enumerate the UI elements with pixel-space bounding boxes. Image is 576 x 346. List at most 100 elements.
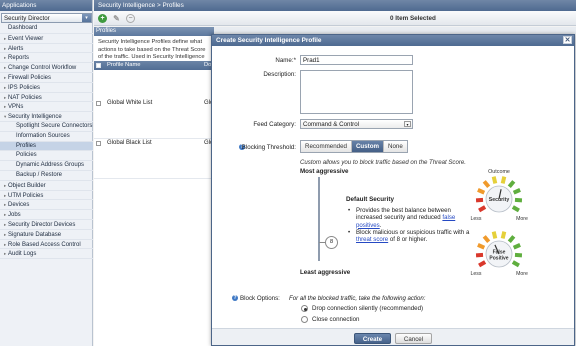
sidebar-item[interactable]: ▸ IPS Policies [0,83,93,93]
block-options-note: For all the blocked traffic, take the fo… [289,295,426,302]
dialog-title-text: Create Security Intelligence Profile [216,37,322,44]
description-field[interactable] [300,70,413,114]
edit-icon[interactable]: ✎ [112,14,121,23]
sidebar-item-label: Profiles [16,142,37,149]
sidebar-item[interactable]: ▸ NAT Policies [0,93,93,103]
column-header-profile-name[interactable]: Profile Name [107,62,141,68]
sidebar-item-label: Devices [8,202,30,209]
profiles-panel-title: Profiles [94,27,214,36]
gauge-top-label: Outcome [488,169,510,175]
nav-tree: Dashboard ▸ Event Viewer ▸ Alerts ▸ Reports ▸ Ch… [0,24,93,260]
sidebar-item[interactable]: ▸ Jobs [0,210,93,220]
sidebar-item[interactable]: Policies [0,151,93,162]
sidebar-item-label: Dashboard [8,25,38,31]
radio-drop-silently[interactable] [301,305,308,312]
feed-category-select[interactable]: Command & Control ▾ [300,119,413,129]
sidebar-item[interactable]: ▸ UTM Policies [0,191,93,201]
row-checkbox[interactable] [96,141,101,146]
threshold-option[interactable]: Recommended [301,141,352,152]
least-aggressive-label: Least aggressive [300,269,351,276]
threshold-slider-handle[interactable]: 8 [325,236,338,249]
most-aggressive-label: Most aggressive [300,168,349,175]
gauge-tick [511,260,520,268]
sidebar-item[interactable]: ▸ Object Builder [0,181,93,191]
chevron-down-icon[interactable]: ▾ [82,14,91,22]
chevron-down-icon[interactable]: ▾ [404,121,411,127]
gauge-more-label: More [516,271,528,277]
table-row[interactable]: Global White List Glo [94,99,214,139]
sidebar-item[interactable]: ▸ Reports [0,53,93,64]
name-input[interactable] [300,55,413,65]
selected-count: 0 Item Selected [390,15,436,22]
bullet-text: of 8 or higher. [388,236,428,244]
threshold-option[interactable]: Custom [351,141,384,152]
sidebar-item[interactable]: ▸ Event Viewer [0,34,93,44]
breadcrumb: Security Intelligence > Profiles [94,0,576,11]
row-profile-name: Global Black List [107,140,152,146]
sidebar-item[interactable]: Backup / Restore [0,171,93,181]
sidebar-item[interactable]: ▸ Alerts [0,44,93,54]
gauge-tick [507,180,516,189]
sidebar-item-label: Role Based Access Control [8,241,81,248]
sidebar-item[interactable]: Spotlight Secure Connectors [0,122,93,132]
gauge-less-label: Less [471,271,482,277]
application-selector[interactable]: Security Director ▾ [1,13,92,23]
threshold-slider-track[interactable] [318,177,320,261]
default-security-title: Default Security [346,196,394,203]
threshold-option[interactable]: None [384,141,407,152]
bullet-text: Block malicious or suspicious traffic wi… [356,228,470,236]
gauge-tick [507,235,516,244]
sidebar-item[interactable]: ▸ Role Based Access Control [0,240,93,250]
sidebar-item[interactable]: ▸ Change Control Workflow [0,63,93,73]
add-icon[interactable]: + [98,14,107,23]
sidebar-header: Applications [0,0,92,11]
sidebar: Applications Security Director ▾ Dashboa… [0,0,93,346]
radio-label: Drop connection silently (recommended) [312,305,424,312]
sidebar-item[interactable]: ▸ VPNs [0,102,93,113]
sidebar-item[interactable]: ▾ Security Intelligence [0,112,93,122]
create-button[interactable]: Create [354,333,391,344]
radio-label: Close connection [312,316,360,323]
sidebar-item-label: Dynamic Address Groups [16,162,85,169]
sidebar-item[interactable]: ▸ Devices [0,200,93,211]
sidebar-item[interactable]: ▸ Audit Logs [0,249,93,260]
sidebar-item[interactable]: Dashboard [0,24,93,34]
sidebar-item-label: Backup / Restore [16,171,63,178]
gauge-tick [482,235,491,244]
table-row[interactable]: Global Black List Glo [94,139,214,179]
name-label: Name:* [275,57,296,64]
gauge-tick [491,176,498,184]
sidebar-item-label: Signature Database [8,231,62,238]
create-profile-dialog: Create Security Intelligence Profile ✕ N… [211,34,575,346]
delete-icon[interactable]: − [126,14,135,23]
radio-close-connection[interactable] [301,316,308,323]
bullet-balance: Provides the best balance between increa… [346,207,472,229]
sidebar-item-label: Event Viewer [8,35,44,42]
sidebar-item[interactable]: Information Sources [0,132,93,142]
application-selector-value: Security Director [4,15,50,22]
sidebar-item[interactable]: ▸ Firewall Policies [0,73,93,83]
profiles-panel: Profiles Security Intelligence Profiles … [94,27,214,346]
sidebar-item[interactable]: ▸ Signature Database [0,230,93,240]
dialog-title: Create Security Intelligence Profile ✕ [212,35,574,46]
sidebar-item-label: IPS Policies [8,84,41,91]
close-icon[interactable]: ✕ [563,36,572,44]
gauge-tick [512,188,521,195]
sidebar-item-label: Jobs [8,212,21,219]
sidebar-item-label: Spotlight Secure Connectors [16,122,93,129]
threat-score-link[interactable]: threat score [356,236,388,243]
sidebar-item-label: NAT Policies [8,94,42,101]
profiles-description: Security Intelligence Profiles define wh… [98,39,206,61]
gauge-tick [512,243,521,250]
row-checkbox[interactable] [96,101,101,106]
select-all-checkbox[interactable] [96,63,101,68]
gauge-title: Security [489,197,510,203]
sidebar-item-label: UTM Policies [8,192,44,199]
sidebar-item[interactable]: Dynamic Address Groups [0,161,93,171]
help-icon[interactable]: ? [232,295,238,301]
sidebar-item-label: Audit Logs [8,251,37,258]
cancel-button[interactable]: Cancel [395,333,432,344]
sidebar-item[interactable]: ▸ Security Director Devices [0,220,93,230]
sidebar-item[interactable]: Profiles [0,141,93,152]
sidebar-item-label: Security Director Devices [8,221,76,228]
